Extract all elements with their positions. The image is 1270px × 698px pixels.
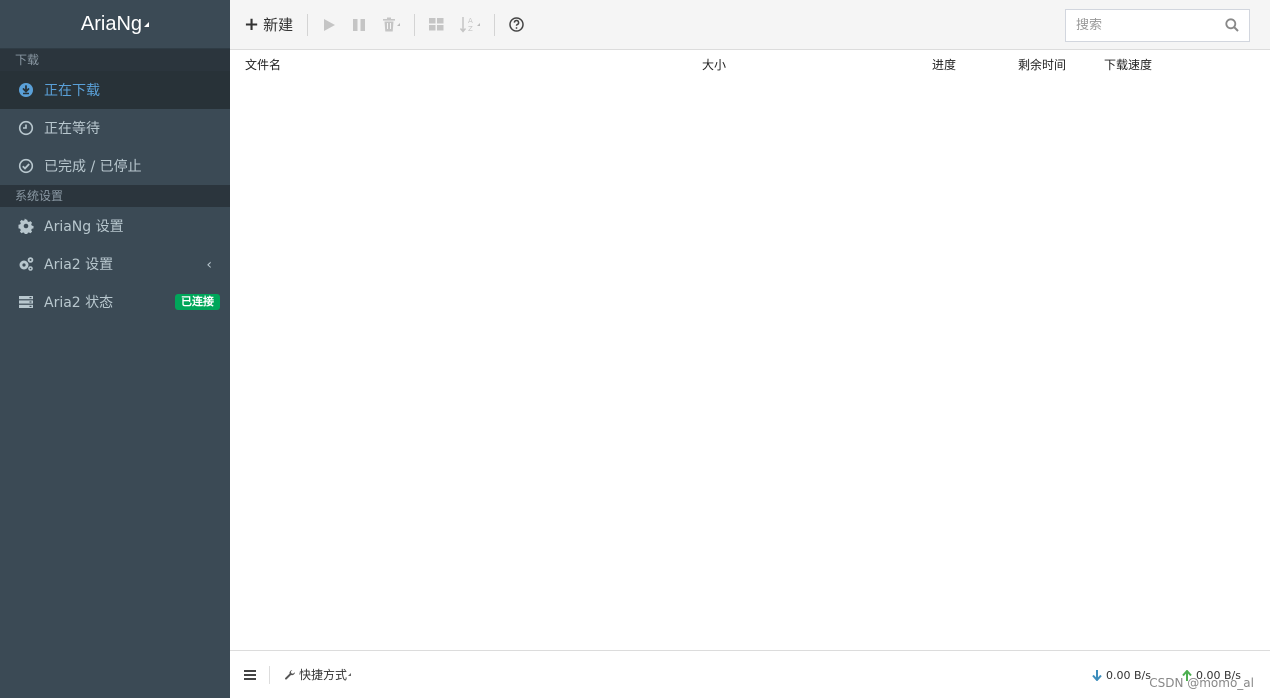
trash-icon <box>383 17 396 32</box>
gear-icon <box>18 218 34 234</box>
pause-button[interactable] <box>344 10 374 40</box>
logo[interactable]: AriaNg <box>0 0 230 49</box>
chevron-left-icon[interactable]: ‹ <box>206 257 212 273</box>
toolbar-divider <box>494 13 496 36</box>
plus-icon: + <box>244 14 260 35</box>
logo-caret-icon <box>144 21 150 27</box>
sidebar-item-downloading[interactable]: 正在下载 <box>0 71 230 109</box>
column-size[interactable]: 大小 <box>702 56 726 73</box>
svg-text:Z: Z <box>468 25 473 33</box>
toolbar-divider <box>414 13 416 36</box>
select-all-button[interactable] <box>421 10 452 40</box>
search-input[interactable] <box>1076 18 1216 33</box>
app-window: AriaNg 下载 正在下载 正在等待 已完成 / 已停止 系统设置 AriaN… <box>0 0 1270 698</box>
play-icon <box>324 18 336 31</box>
app-title: AriaNg <box>80 12 143 35</box>
column-filename[interactable]: 文件名 <box>245 56 281 73</box>
sidebar-item-completed[interactable]: 已完成 / 已停止 <box>0 147 230 185</box>
sidebar-item-waiting[interactable]: 正在等待 <box>0 109 230 147</box>
help-button[interactable] <box>501 10 532 40</box>
caret-icon <box>397 23 401 26</box>
start-button[interactable] <box>314 10 344 40</box>
toolbar-divider <box>307 13 309 36</box>
sidebar-item-ariang-settings[interactable]: AriaNg 设置 <box>0 207 230 245</box>
column-remaining-time[interactable]: 剩余时间 <box>1018 56 1066 73</box>
shortcut-button[interactable]: 快捷方式 <box>284 666 352 683</box>
download-circle-icon <box>18 82 34 98</box>
search-icon[interactable] <box>1225 18 1239 32</box>
status-badge: 已连接 <box>175 294 220 310</box>
sort-alpha-icon: AZ <box>460 17 473 33</box>
search-box <box>1065 9 1250 42</box>
column-progress[interactable]: 进度 <box>932 56 956 73</box>
sidebar-item-label: 已完成 / 已停止 <box>44 159 142 175</box>
column-download-speed[interactable]: 下载速度 <box>1104 56 1152 73</box>
new-task-label: 新建 <box>263 16 294 34</box>
pause-icon <box>353 18 366 31</box>
task-table-header: 文件名 大小 进度 剩余时间 下载速度 <box>230 51 1270 75</box>
svg-text:A: A <box>468 17 473 25</box>
clock-icon <box>18 120 34 136</box>
section-header-download: 下载 <box>0 49 230 71</box>
server-icon <box>18 294 34 310</box>
sidebar-item-label: AriaNg 设置 <box>44 219 124 235</box>
sidebar: AriaNg 下载 正在下载 正在等待 已完成 / 已停止 系统设置 AriaN… <box>0 0 230 698</box>
delete-button[interactable] <box>374 10 408 40</box>
download-speed-value: 0.00 B/s <box>1106 669 1151 682</box>
toolbar: + 新建 AZ <box>230 0 1270 50</box>
shortcut-label: 快捷方式 <box>299 668 348 682</box>
caret-icon <box>348 673 352 676</box>
new-task-button[interactable]: + 新建 <box>230 10 301 40</box>
sidebar-item-aria2-status[interactable]: Aria2 状态 已连接 <box>0 283 230 321</box>
watermark: CSDN @momo_al <box>1149 676 1254 690</box>
section-header-settings: 系统设置 <box>0 185 230 207</box>
sidebar-item-label: 正在等待 <box>44 121 100 137</box>
wrench-icon <box>285 669 295 680</box>
sidebar-item-aria2-settings[interactable]: Aria2 设置 ‹ <box>0 245 230 283</box>
gears-icon <box>18 256 34 272</box>
sidebar-item-label: 正在下载 <box>44 83 100 99</box>
menu-icon[interactable] <box>244 669 256 680</box>
sort-button[interactable]: AZ <box>452 10 488 40</box>
caret-icon <box>477 23 481 26</box>
sidebar-item-label: Aria2 设置 <box>44 257 114 273</box>
footer-divider <box>269 665 270 684</box>
grid-icon <box>429 18 444 31</box>
question-circle-icon <box>509 17 524 32</box>
download-speed-indicator: 0.00 B/s <box>1092 669 1151 682</box>
arrow-down-icon <box>1092 670 1102 681</box>
footer: 快捷方式 0.00 B/s 0.00 B/s CSDN @momo_al <box>230 650 1270 698</box>
check-circle-icon <box>18 158 34 174</box>
sidebar-item-label: Aria2 状态 <box>44 295 114 311</box>
